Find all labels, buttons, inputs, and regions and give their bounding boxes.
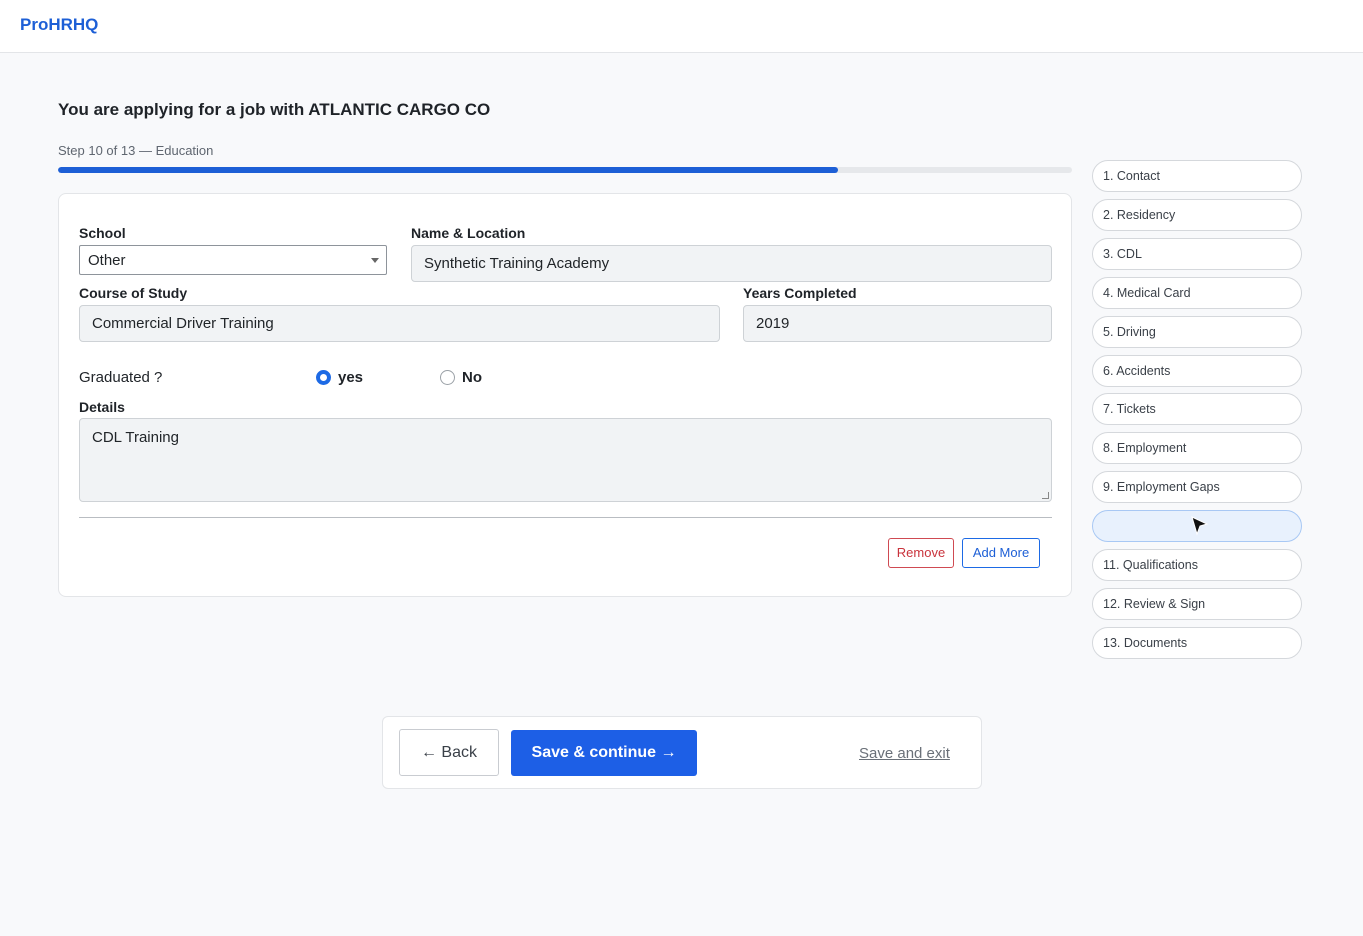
step-nav-item[interactable]: 9. Employment Gaps (1092, 471, 1302, 504)
graduated-yes-label[interactable]: yes (338, 369, 363, 386)
top-bar: ProHRHQ (0, 0, 1363, 53)
step-nav-item[interactable]: 3. CDL (1092, 237, 1302, 270)
graduated-yes-radio[interactable] (316, 370, 331, 385)
school-select[interactable]: Other (79, 245, 387, 275)
remove-button[interactable]: Remove (888, 538, 954, 568)
chevron-down-icon (371, 258, 379, 263)
details-text: CDL Training (92, 429, 179, 446)
save-continue-button[interactable]: Save & continue → (511, 730, 697, 776)
progress-bar (58, 167, 1072, 173)
course-label: Course of Study (79, 285, 188, 301)
step-nav-item[interactable]: 2. Residency (1092, 198, 1302, 231)
progress-bar-fill (58, 167, 838, 173)
years-completed-label: Years Completed (743, 285, 857, 301)
back-button[interactable]: ← Back (399, 729, 499, 776)
page-title: You are applying for a job with ATLANTIC… (58, 100, 491, 119)
school-label: School (79, 225, 126, 241)
resize-handle-icon[interactable] (1042, 492, 1049, 499)
add-more-button[interactable]: Add More (962, 538, 1040, 568)
course-input[interactable]: Commercial Driver Training (79, 305, 720, 342)
step-nav-item[interactable]: 1. Contact (1092, 160, 1302, 192)
education-form-card: School Other Name & Location Synthetic T… (58, 193, 1072, 597)
name-location-input[interactable]: Synthetic Training Academy (411, 245, 1052, 282)
step-nav-item[interactable]: 5. Driving (1092, 315, 1302, 348)
step-nav-item[interactable]: 8. Employment (1092, 432, 1302, 465)
school-select-value: Other (88, 252, 126, 269)
step-nav-item[interactable]: 6. Accidents (1092, 354, 1302, 387)
step-nav-item[interactable]: 13. Documents (1092, 626, 1302, 659)
step-nav-item[interactable]: 7. Tickets (1092, 393, 1302, 426)
step-nav-item[interactable]: 12. Review & Sign (1092, 587, 1302, 620)
footer-action-bar: ← Back Save & continue → Save and exit (382, 716, 982, 789)
graduated-label: Graduated ? (79, 369, 163, 386)
years-completed-input[interactable]: 2019 (743, 305, 1052, 342)
brand-logo[interactable]: ProHRHQ (20, 15, 98, 35)
details-label: Details (79, 399, 125, 415)
divider (79, 517, 1052, 518)
details-textarea[interactable]: CDL Training (79, 418, 1052, 502)
mouse-cursor-icon (1191, 516, 1209, 536)
graduated-no-radio[interactable] (440, 370, 455, 385)
step-nav-item[interactable]: 4. Medical Card (1092, 276, 1302, 309)
step-nav-item[interactable]: 11. Qualifications (1092, 549, 1302, 581)
graduated-no-label[interactable]: No (462, 369, 482, 386)
step-indicator: Step 10 of 13 — Education (58, 143, 214, 158)
name-location-label: Name & Location (411, 225, 526, 241)
save-exit-link[interactable]: Save and exit (859, 745, 950, 762)
